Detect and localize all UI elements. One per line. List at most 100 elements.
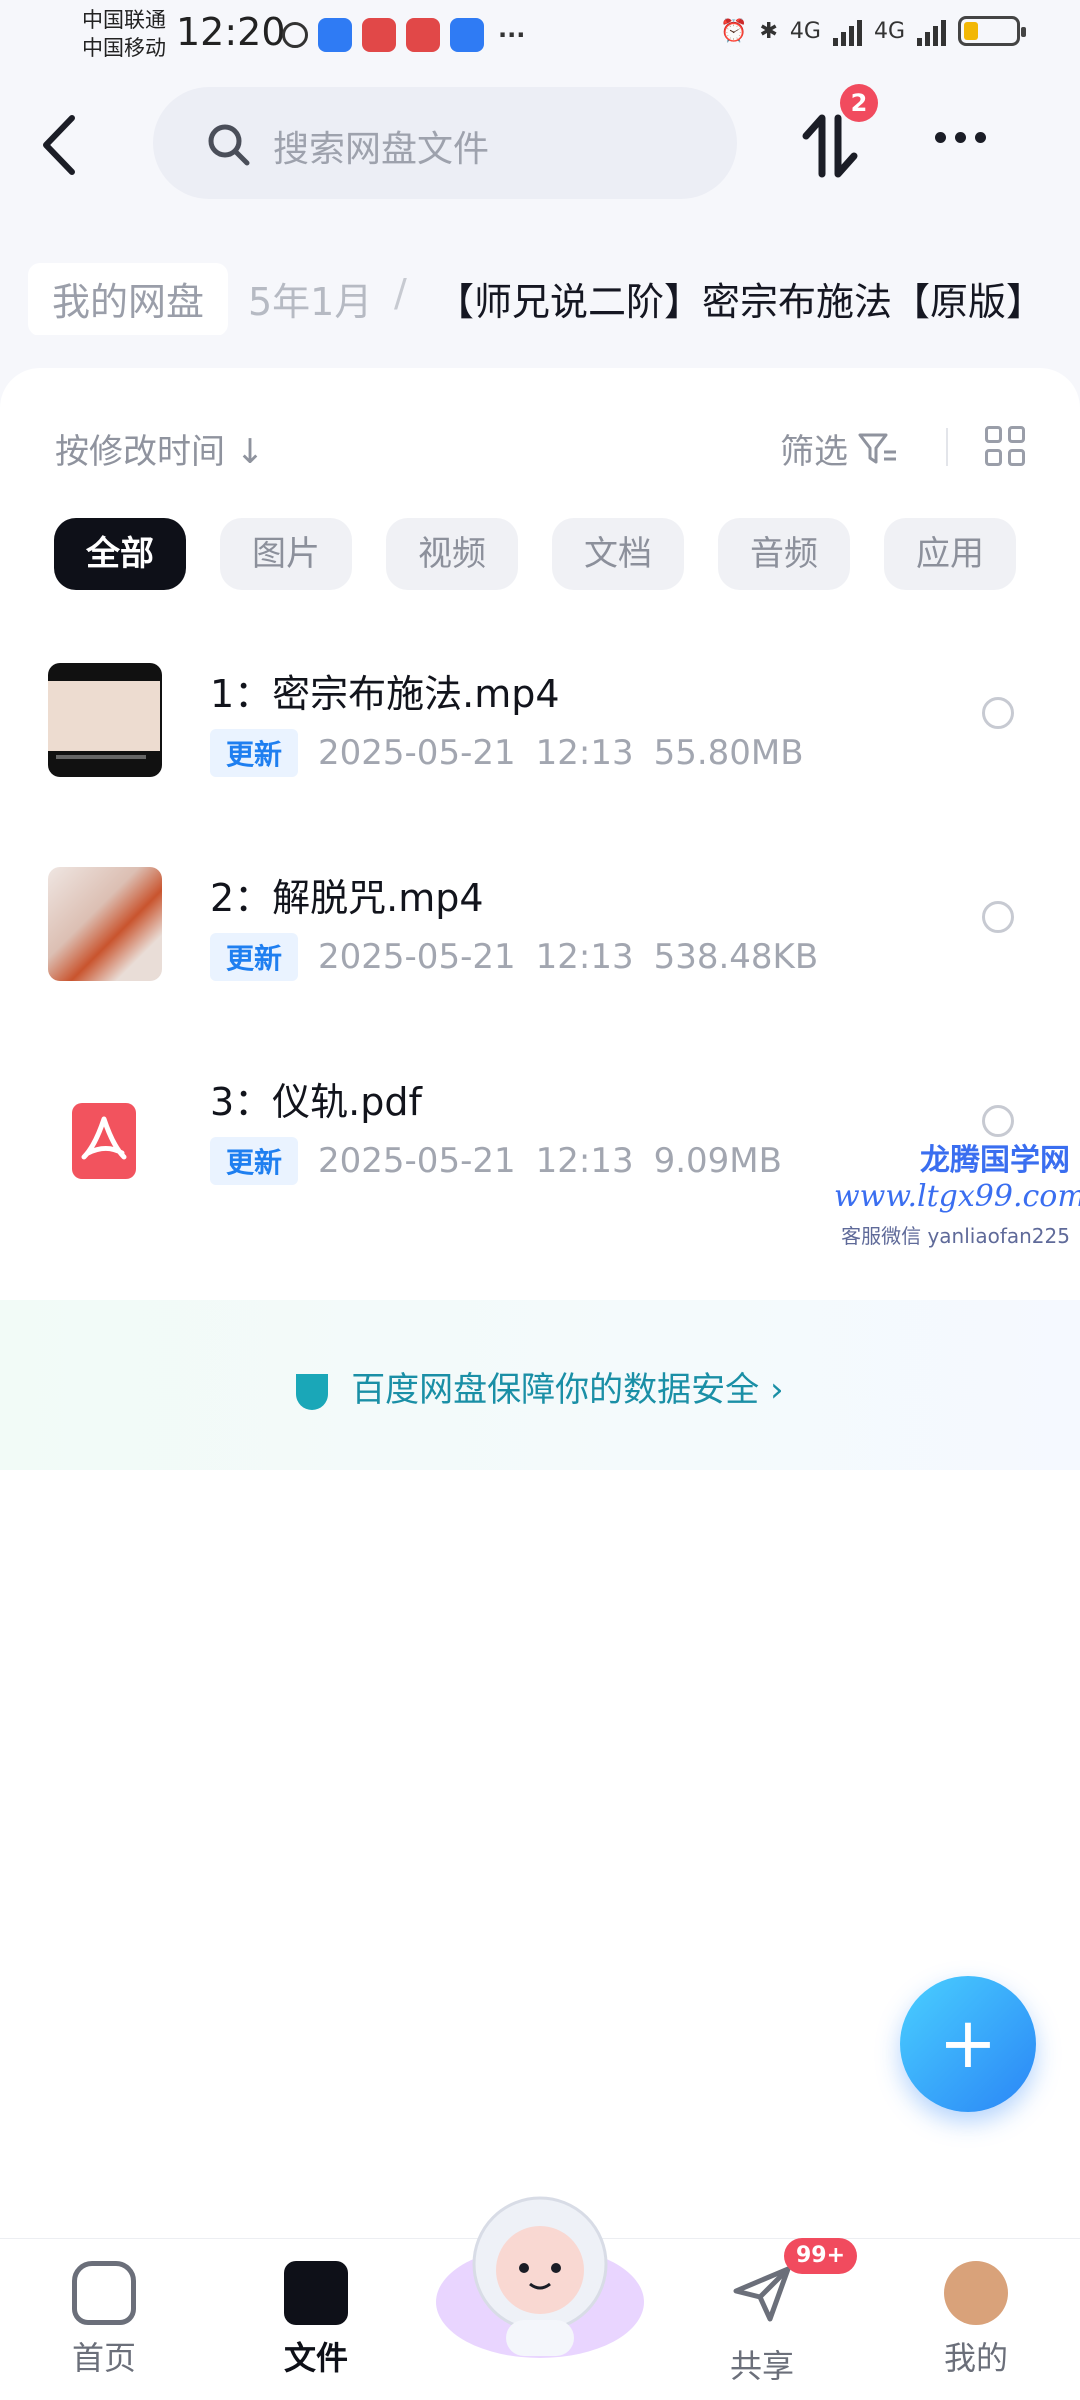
- grid-cell-icon: [1008, 426, 1025, 443]
- status-bar: 中国联通 中国移动 12:20 ··· ⏰ ✱ 4G 4G: [0, 0, 1080, 70]
- mascot-button[interactable]: [432, 2182, 648, 2362]
- carrier-1: 中国联通: [82, 8, 166, 32]
- network-label-1: 4G: [789, 18, 821, 44]
- tab-share[interactable]: 共享: [682, 2261, 842, 2387]
- bluetooth-icon: ✱: [759, 18, 778, 44]
- add-button[interactable]: +: [900, 1976, 1036, 2112]
- security-banner[interactable]: 百度网盘保障你的数据安全 ›: [0, 1362, 1080, 1411]
- breadcrumb-root[interactable]: 我的网盘: [28, 263, 229, 335]
- more-options-button[interactable]: [935, 132, 986, 143]
- file-size: 9.09MB: [653, 1141, 782, 1181]
- back-button[interactable]: [40, 110, 90, 180]
- transfer-button[interactable]: [800, 112, 860, 178]
- file-size: 55.80MB: [653, 733, 804, 773]
- pdf-file-icon: [72, 1103, 136, 1179]
- alarm-icon: ⏰: [720, 18, 748, 44]
- home-icon: [72, 2261, 136, 2325]
- file-date: 2025-05-21: [318, 1141, 516, 1181]
- chip-documents[interactable]: 文档: [552, 518, 684, 590]
- video-thumbnail: [48, 663, 162, 777]
- grid-view-button[interactable]: [985, 426, 1025, 466]
- file-meta: 更新 2025-05-21 12:13 55.80MB: [210, 729, 804, 777]
- watermark-url: www.ltgx99.com: [834, 1179, 1080, 1214]
- pdf-glyph-icon: [81, 1116, 127, 1160]
- notification-app-icon: [406, 18, 440, 52]
- tab-me-label: 我的: [943, 2339, 1008, 2377]
- filter-button[interactable]: 筛选: [780, 424, 898, 473]
- chevron-right-icon: ›: [770, 1370, 784, 1410]
- security-text: 百度网盘保障你的数据安全: [351, 1370, 760, 1410]
- sort-arrow-icon: ↓: [235, 432, 265, 472]
- notification-icons: ···: [282, 18, 525, 52]
- toolbar-divider: [946, 428, 948, 466]
- chip-all[interactable]: 全部: [54, 518, 186, 590]
- tab-files[interactable]: 文件: [236, 2261, 396, 2379]
- avatar: [944, 2261, 1008, 2325]
- notification-app-icon: [362, 18, 396, 52]
- more-notifications-icon: ···: [498, 21, 526, 49]
- transfer-icon: [802, 114, 858, 178]
- shield-icon: [296, 1373, 329, 1410]
- search-input[interactable]: 搜索网盘文件: [153, 87, 737, 199]
- carrier-2: 中国移动: [82, 36, 166, 60]
- video-thumbnail: [48, 867, 162, 981]
- update-tag: 更新: [210, 933, 299, 981]
- grid-cell-icon: [985, 449, 1002, 466]
- file-name: 3：仪轨.pdf: [210, 1080, 422, 1124]
- plus-icon: +: [938, 2002, 998, 2084]
- notification-app-icon: [282, 22, 308, 48]
- file-row[interactable]: 1：密宗布施法.mp4 更新 2025-05-21 12:13 55.80MB: [0, 633, 1080, 837]
- chip-apps[interactable]: 应用: [884, 518, 1016, 590]
- more-dot-icon: [955, 132, 966, 143]
- chip-audio[interactable]: 音频: [718, 518, 850, 590]
- network-label-2: 4G: [873, 18, 905, 44]
- file-meta: 更新 2025-05-21 12:13 538.48KB: [210, 933, 818, 981]
- tab-home[interactable]: 首页: [24, 2261, 184, 2379]
- sort-button[interactable]: 按修改时间 ↓: [55, 424, 264, 473]
- update-tag: 更新: [210, 729, 299, 777]
- breadcrumb-parent[interactable]: 5年1月: [248, 271, 372, 326]
- file-date: 2025-05-21: [318, 733, 516, 773]
- watermark-title: 龙腾国学网: [920, 1143, 1070, 1178]
- update-tag: 更新: [210, 1137, 299, 1185]
- status-indicators: ⏰ ✱ 4G 4G: [720, 16, 1026, 46]
- more-dot-icon: [975, 132, 986, 143]
- file-meta: 更新 2025-05-21 12:13 9.09MB: [210, 1137, 782, 1185]
- file-name: 2：解脱咒.mp4: [210, 876, 484, 920]
- paper-plane-icon: [733, 2266, 791, 2322]
- select-checkbox[interactable]: [982, 901, 1014, 933]
- transfer-count-badge: 2: [840, 84, 878, 122]
- tab-files-label: 文件: [283, 2339, 348, 2377]
- tab-me[interactable]: 我的: [896, 2261, 1056, 2379]
- chip-videos[interactable]: 视频: [386, 518, 518, 590]
- chevron-left-icon: [43, 115, 75, 175]
- file-name: 1：密宗布施法.mp4: [210, 672, 560, 716]
- select-checkbox[interactable]: [982, 1105, 1014, 1137]
- watermark-contact: 客服微信 yanliaofan225: [841, 1224, 1070, 1248]
- filter-label: 筛选: [780, 432, 848, 472]
- grid-cell-icon: [985, 426, 1002, 443]
- file-time: 12:13: [535, 1141, 634, 1181]
- notification-app-icon: [450, 18, 484, 52]
- file-row[interactable]: 2：解脱咒.mp4 更新 2025-05-21 12:13 538.48KB: [0, 837, 1080, 1041]
- tab-share-label: 共享: [729, 2347, 794, 2385]
- signal-icon: [832, 16, 862, 46]
- breadcrumb-separator: /: [394, 271, 407, 315]
- search-placeholder: 搜索网盘文件: [273, 129, 490, 170]
- file-time: 12:13: [535, 937, 634, 977]
- battery-icon: [958, 16, 1026, 46]
- more-dot-icon: [935, 132, 946, 143]
- folder-icon: [284, 2261, 348, 2325]
- grid-cell-icon: [1008, 449, 1025, 466]
- search-icon: [208, 124, 250, 166]
- share-count-badge: 99+: [784, 2238, 858, 2274]
- file-date: 2025-05-21: [318, 937, 516, 977]
- signal-icon: [917, 16, 946, 46]
- status-clock: 12:20: [176, 10, 286, 54]
- file-time: 12:13: [535, 733, 634, 773]
- category-chips: 全部 图片 视频 文档 音频 应用: [54, 518, 1016, 590]
- breadcrumb-current: 【师兄说二阶】密宗布施法【原版】: [436, 280, 1045, 324]
- sort-label: 按修改时间: [55, 432, 225, 472]
- chip-images[interactable]: 图片: [220, 518, 352, 590]
- select-checkbox[interactable]: [982, 697, 1014, 729]
